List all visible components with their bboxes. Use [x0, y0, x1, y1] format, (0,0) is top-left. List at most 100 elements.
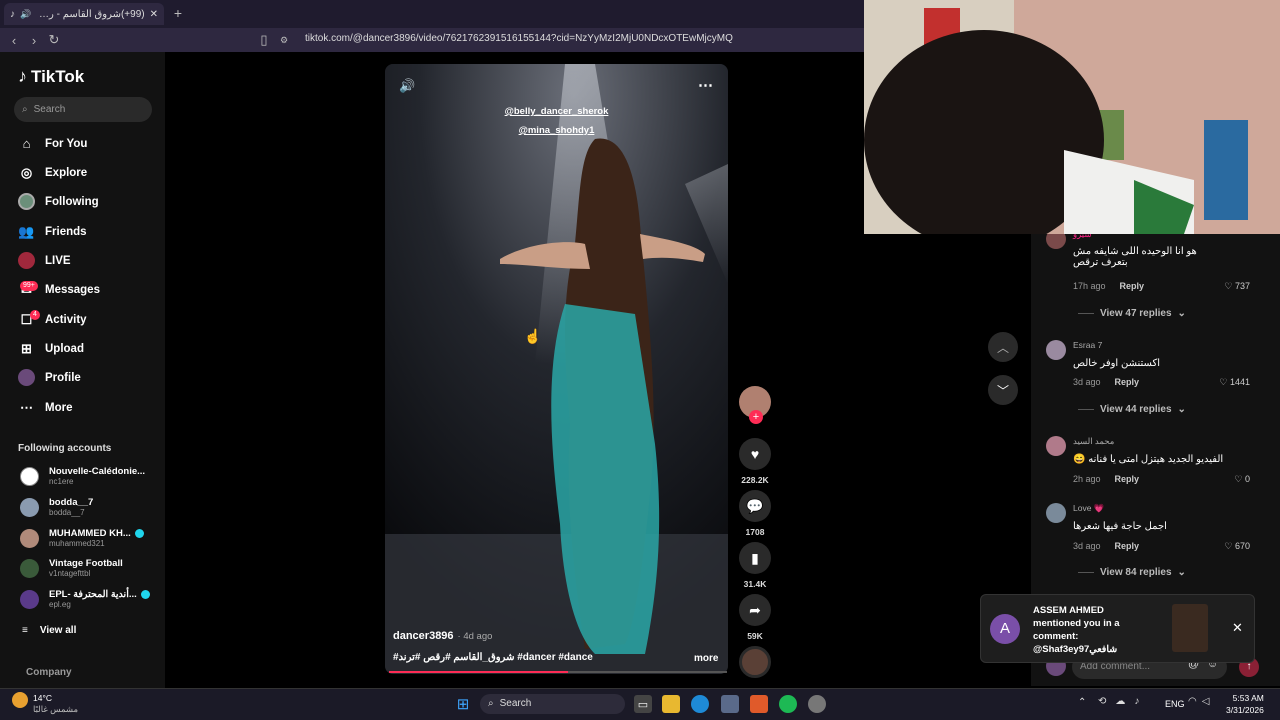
compass-icon: ◎	[20, 164, 33, 180]
sidebar-item-friends[interactable]: 👥 Friends	[18, 223, 86, 240]
avatar[interactable]	[1046, 340, 1066, 360]
clock[interactable]: 5:53 AM 3/31/2026	[1226, 692, 1264, 716]
site-info-icon[interactable]: ⚙	[274, 35, 294, 46]
store-icon[interactable]	[721, 695, 739, 713]
video-author[interactable]: dancer3896	[393, 630, 454, 642]
company-link[interactable]: Company	[26, 667, 72, 678]
reply-button[interactable]: Reply	[1115, 474, 1140, 484]
browser-tab[interactable]: ♪ 🔊 (99+)شروق القاسم - رقص ترند ✕	[4, 3, 164, 25]
windows-start-icon[interactable]: ⊞	[454, 695, 472, 713]
share-button[interactable]: ➦ 59K	[739, 594, 771, 641]
clock-time: 5:53 AM	[1232, 693, 1264, 703]
search-input[interactable]: ⌕ Search	[14, 97, 152, 122]
view-replies-label: View 44 replies	[1100, 404, 1172, 415]
like-button[interactable]: ♥ 228.2K	[739, 438, 771, 485]
weather-widget[interactable]: 14°C مشمس غالبًا	[33, 693, 78, 715]
comment-like[interactable]: ♡ 737	[1224, 281, 1250, 292]
language-indicator[interactable]: ENG	[1165, 699, 1185, 709]
comment-like[interactable]: ♡ 0	[1234, 474, 1250, 485]
url-text[interactable]: tiktok.com/@dancer3896/video/76217623915…	[305, 33, 733, 44]
search-icon: ⌕	[22, 104, 28, 115]
account-item[interactable]: MUHAMMED KH... muhammed321	[20, 528, 144, 548]
comment-like[interactable]: ♡ 670	[1224, 541, 1250, 552]
sidebar-item-label: LIVE	[45, 254, 71, 267]
tray-icons[interactable]: ⟲☁♪	[1098, 696, 1148, 707]
taskbar-search-label: Search	[499, 698, 532, 709]
more-options-icon[interactable]: ⋯	[698, 76, 713, 94]
sidebar-item-explore[interactable]: ◎ Explore	[18, 164, 87, 181]
activity-badge: 4	[30, 310, 40, 320]
comment-username[interactable]: Esraa 7	[1073, 340, 1102, 350]
comment-username[interactable]: Love 💗	[1073, 503, 1104, 514]
comment-button[interactable]: 💬 1708	[739, 490, 771, 537]
comment-like-count: 670	[1234, 541, 1250, 551]
comment-like[interactable]: ♡ 1441	[1219, 377, 1250, 388]
reply-button[interactable]: Reply	[1115, 541, 1140, 551]
previous-video-chevron-up-icon[interactable]: ︿	[988, 332, 1018, 362]
avatar[interactable]	[1046, 436, 1066, 456]
sidebar-item-following[interactable]: Following	[18, 193, 99, 210]
account-handle: v1ntagefttbl	[49, 569, 91, 578]
save-button[interactable]: ▮ 31.4K	[739, 542, 771, 589]
reload-icon[interactable]: ↻	[44, 32, 64, 48]
brave-icon[interactable]	[750, 695, 768, 713]
volume-icon[interactable]: 🔊	[399, 78, 415, 94]
comment-username[interactable]: محمد السيد	[1073, 436, 1114, 447]
file-explorer-icon[interactable]	[662, 695, 680, 713]
bookmark-icon[interactable]: ▯	[254, 32, 274, 48]
save-count: 31.4K	[743, 579, 767, 589]
next-video-chevron-down-icon[interactable]: ﹀	[988, 375, 1018, 405]
sound-disc-button[interactable]	[739, 646, 771, 678]
tiktok-logo[interactable]: ♪ TikTok	[18, 66, 84, 87]
app-icon[interactable]	[808, 695, 826, 713]
edge-icon[interactable]	[691, 695, 709, 713]
video-caption[interactable]: #شروق_القاسم #رقص #ترند #dancer #dance	[393, 652, 593, 663]
sidebar-item-more[interactable]: ⋯ More	[18, 399, 72, 416]
view-all-link[interactable]: ≡ View all	[22, 625, 76, 636]
view-replies-button[interactable]: View 84 replies ⌄	[1078, 567, 1186, 578]
sidebar-item-for-you[interactable]: ⌂ For You	[18, 135, 88, 152]
video-author-row: dancer3896 · 4d ago	[393, 630, 492, 642]
view-replies-button[interactable]: View 44 replies ⌄	[1078, 404, 1186, 415]
spotify-icon[interactable]	[779, 695, 797, 713]
like-count: 228.2K	[741, 475, 769, 485]
reply-button[interactable]: Reply	[1115, 377, 1140, 387]
account-handle: muhammed321	[49, 539, 105, 548]
cursor-hand-icon: ☝	[524, 328, 542, 344]
task-view-icon[interactable]: ▭	[634, 695, 652, 713]
tray-chevron-icon[interactable]: ⌃	[1078, 697, 1086, 708]
weather-icon[interactable]	[12, 692, 28, 708]
sidebar-item-live[interactable]: LIVE	[18, 252, 71, 269]
video-player[interactable]	[385, 64, 728, 674]
friends-icon: 👥	[18, 223, 35, 239]
comment-time: 3d ago	[1073, 377, 1101, 387]
network-volume-icons[interactable]: ◠◁	[1188, 696, 1214, 707]
share-count: 59K	[747, 631, 763, 641]
messages-badge: 99+	[20, 281, 38, 291]
account-item[interactable]: Vintage Football v1ntagefttbl	[20, 558, 123, 578]
account-item[interactable]: EPL- أندية المحترفة... epl.eg	[20, 589, 150, 609]
comment-like-count: 0	[1244, 474, 1250, 484]
sidebar-item-activity[interactable]: ☐ Activity	[18, 311, 87, 328]
reply-button[interactable]: Reply	[1120, 281, 1145, 291]
new-tab-button[interactable]: +	[170, 5, 186, 21]
search-placeholder: Search	[33, 104, 66, 115]
sidebar-item-profile[interactable]: Profile	[18, 369, 81, 386]
taskbar-search[interactable]: ⌕ Search	[480, 694, 625, 714]
close-tab-icon[interactable]: ✕	[150, 9, 158, 20]
view-replies-button[interactable]: View 47 replies ⌄	[1078, 308, 1186, 319]
tab-title: (99+)شروق القاسم - رقص ترند	[36, 8, 145, 20]
follow-plus-icon[interactable]: +	[749, 410, 763, 424]
forward-icon[interactable]: ›	[24, 33, 44, 48]
speaker-icon[interactable]: 🔊	[20, 9, 31, 20]
caption-more-button[interactable]: more	[694, 653, 718, 664]
close-notification-icon[interactable]: ✕	[1232, 620, 1243, 636]
author-avatar-button[interactable]: +	[739, 386, 771, 424]
avatar[interactable]	[1046, 503, 1066, 523]
back-icon[interactable]: ‹	[4, 33, 24, 48]
account-item[interactable]: bodda__7 bodda__7	[20, 497, 93, 517]
account-item[interactable]: Nouvelle-Calédonie... nc1ere	[20, 466, 145, 486]
sidebar-item-upload[interactable]: ⊞ Upload	[18, 340, 84, 357]
notification-video-thumbnail[interactable]	[1172, 604, 1208, 652]
comment-time: 3d ago	[1073, 541, 1101, 551]
